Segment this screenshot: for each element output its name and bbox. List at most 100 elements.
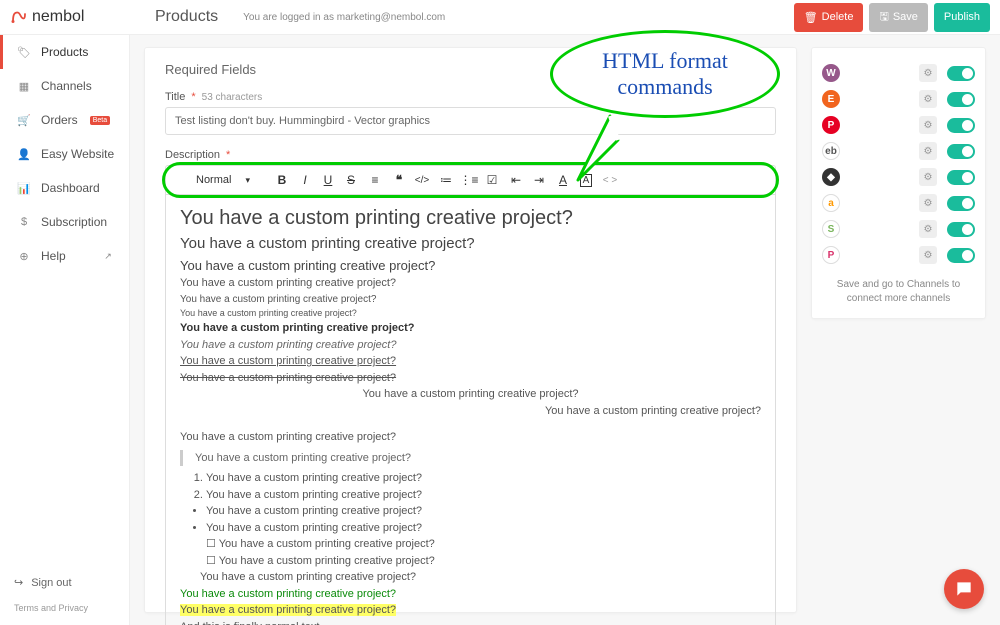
align-button[interactable]: ≡ [367, 171, 383, 189]
save-icon: 🖫 [879, 8, 888, 27]
title-input[interactable] [165, 107, 776, 135]
required-mark: * [191, 91, 195, 103]
ebay-icon: eb [822, 142, 840, 160]
chevron-icon: ▾ [245, 175, 250, 186]
editor-line: You have a custom printing creative proj… [180, 292, 761, 307]
italic-button[interactable]: I [297, 171, 313, 189]
format-select[interactable]: Normal▾ [194, 172, 266, 188]
terms-link[interactable]: Terms and Privacy [14, 603, 115, 613]
channel-toggle[interactable] [947, 222, 975, 237]
editor-line: You have a custom printing creative proj… [180, 370, 761, 387]
channel-row-pinterest: P⚙ [822, 112, 975, 138]
cart-icon: 🛒 [17, 114, 31, 127]
editor-line: You have a custom printing creative proj… [200, 569, 761, 586]
nav-products[interactable]: 🏷Products [0, 35, 129, 69]
channel-toggle[interactable] [947, 248, 975, 263]
list-item: You have a custom printing creative proj… [206, 536, 761, 553]
top-actions: 🗑Delete 🖫Save Publish [794, 3, 990, 32]
list-item: You have a custom printing creative proj… [206, 470, 761, 487]
channel-toggle[interactable] [947, 118, 975, 133]
nav-channels[interactable]: ▦Channels [0, 69, 129, 103]
etsy-icon: E [822, 90, 840, 108]
editor-line: You have a custom printing creative proj… [180, 337, 761, 354]
tag-icon: 🏷 [17, 46, 31, 59]
channel-row-etsy: E⚙ [822, 86, 975, 112]
channel-toggle[interactable] [947, 92, 975, 107]
editor-line: You have a custom printing creative proj… [180, 429, 761, 446]
channel-toggle[interactable] [947, 170, 975, 185]
description-editor[interactable]: You have a custom printing creative proj… [165, 195, 776, 625]
editor-toolbar: Normal▾ B I U S ≡ ❝ </> ≔ [165, 165, 776, 195]
publish-button[interactable]: Publish [934, 3, 990, 32]
channel-row-ebay: eb ⚙ [822, 138, 975, 164]
editor-line: You have a custom printing creative proj… [180, 403, 761, 420]
login-info: You are logged in as marketing@nembol.co… [243, 12, 445, 23]
blank-icon: ◆ [822, 168, 840, 186]
indent-button[interactable]: ⇥ [531, 171, 547, 189]
channel-settings-button[interactable]: ⚙ [919, 220, 937, 238]
list-item: You have a custom printing creative proj… [206, 553, 761, 570]
nav-subscription[interactable]: $Subscription [0, 205, 129, 239]
list-item: You have a custom printing creative proj… [206, 503, 761, 520]
strike-button[interactable]: S [343, 171, 359, 189]
channel-settings-button[interactable]: ⚙ [919, 116, 937, 134]
editor-line: You have a custom printing creative proj… [180, 586, 761, 603]
channel-toggle[interactable] [947, 144, 975, 159]
unordered-list-button[interactable]: ⋮≡ [461, 171, 477, 189]
prestashop-icon: P [822, 246, 840, 264]
editor-line: You have a custom printing creative proj… [180, 353, 761, 370]
channel-toggle[interactable] [947, 66, 975, 81]
checklist-button[interactable]: ☑ [484, 171, 500, 189]
channel-settings-button[interactable]: ⚙ [919, 90, 937, 108]
channel-settings-button[interactable]: ⚙ [919, 168, 937, 186]
chat-button[interactable] [944, 569, 984, 609]
highlight-button[interactable]: A [578, 171, 594, 189]
editor-line: You have a custom printing creative proj… [180, 604, 396, 616]
source-button[interactable]: < > [602, 171, 618, 189]
channel-toggle[interactable] [947, 196, 975, 211]
channel-settings-button[interactable]: ⚙ [919, 246, 937, 264]
pinterest-icon: P [822, 116, 840, 134]
nav-easy-website[interactable]: 👤Easy Website [0, 137, 129, 171]
channel-row-woocommerce: W⚙ [822, 60, 975, 86]
outdent-button[interactable]: ⇤ [508, 171, 524, 189]
editor-final: And this is finally normal text [180, 619, 761, 625]
save-button[interactable]: 🖫Save [869, 3, 927, 32]
delete-button[interactable]: 🗑Delete [794, 3, 864, 32]
nav-orders[interactable]: 🛒OrdersBeta [0, 103, 129, 137]
main: Required Fields Title*53 characters Desc… [130, 35, 1000, 625]
list-item: You have a custom printing creative proj… [206, 520, 761, 537]
channel-row-prestashop: P⚙ [822, 242, 975, 268]
channel-row-amazon: a⚙ [822, 190, 975, 216]
chat-icon [954, 579, 974, 599]
nav-dashboard[interactable]: 📊Dashboard [0, 171, 129, 205]
signout-link[interactable]: ↪Sign out [14, 576, 115, 589]
beta-badge: Beta [90, 116, 110, 125]
bold-button[interactable]: B [274, 171, 290, 189]
editor-line: You have a custom printing creative proj… [180, 203, 761, 233]
nav-help[interactable]: ⊕Help↗ [0, 239, 129, 273]
channel-row-shopify: S⚙ [822, 216, 975, 242]
underline-button[interactable]: U [320, 171, 336, 189]
ordered-list-button[interactable]: ≔ [438, 171, 454, 189]
description-label: Description* [165, 149, 776, 161]
dollar-icon: $ [17, 216, 31, 228]
channel-settings-button[interactable]: ⚙ [919, 194, 937, 212]
channel-settings-button[interactable]: ⚙ [919, 64, 937, 82]
channels-note: Save and go to Channels to connect more … [822, 278, 975, 306]
quote-button[interactable]: ❝ [391, 171, 407, 189]
code-button[interactable]: </> [414, 171, 430, 189]
editor-ul: You have a custom printing creative proj… [206, 503, 761, 536]
channel-settings-button[interactable]: ⚙ [919, 142, 937, 160]
editor-line: You have a custom printing creative proj… [180, 307, 761, 321]
signout-icon: ↪ [14, 576, 23, 589]
sidebar-footer: ↪Sign out Terms and Privacy [0, 564, 129, 625]
text-color-button[interactable]: A [555, 171, 571, 189]
title-label: Title*53 characters [165, 91, 776, 103]
user-icon: 👤 [17, 148, 31, 161]
editor-ol: You have a custom printing creative proj… [206, 470, 761, 503]
logo[interactable]: nembol [10, 8, 125, 26]
editor-line: You have a custom printing creative proj… [180, 275, 761, 292]
list-item: You have a custom printing creative proj… [206, 487, 761, 504]
page-title: Products [155, 8, 218, 26]
